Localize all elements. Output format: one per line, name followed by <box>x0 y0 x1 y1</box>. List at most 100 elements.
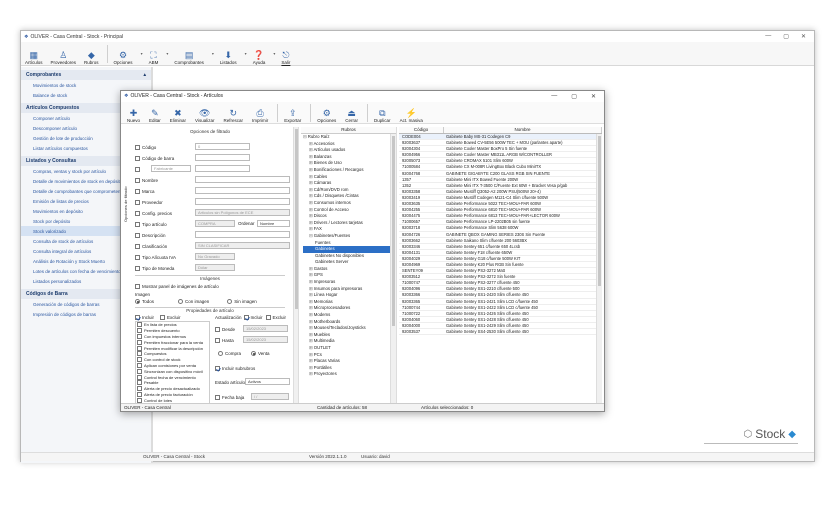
mostrar-panel-checkbox[interactable] <box>135 283 140 289</box>
tree-node[interactable]: ⊞ Consumos internos <box>303 200 396 207</box>
tree-node[interactable]: ⊞ Cables <box>303 174 396 181</box>
tree-node[interactable]: ⊞ Impresoras <box>303 279 396 286</box>
minimize-icon[interactable]: — <box>765 33 771 40</box>
act-masiva-button[interactable]: ⚡ Act. masiva <box>400 101 423 123</box>
prop-checkbox[interactable] <box>137 322 142 328</box>
tree-node[interactable]: ⊞ Muebles <box>303 332 396 339</box>
filter-checkbox[interactable] <box>135 199 140 205</box>
nombre-input[interactable] <box>195 176 290 183</box>
fecha-baja-date[interactable]: / / <box>251 393 289 400</box>
tree-node[interactable]: ⊞ Drivers / Lectores tarjetas <box>303 220 396 227</box>
col-codigo[interactable]: Código <box>399 127 444 133</box>
table-row[interactable]: 92003537 Gabinete Sentey SS4-2530 Slim c/… <box>399 329 602 336</box>
tree-node[interactable]: ⊞ Control de Acceso <box>303 207 396 214</box>
iva-select[interactable]: No Gravado <box>195 253 235 260</box>
fecha-baja-checkbox[interactable] <box>215 394 220 400</box>
tree-node[interactable]: ⊞ Proyectores <box>303 371 396 378</box>
filter-checkbox[interactable] <box>135 166 140 172</box>
tree-node[interactable]: ⊞ Cds / Disquetes /Cintas <box>303 193 396 200</box>
prop-checkbox[interactable] <box>137 351 142 357</box>
sidebar-item[interactable]: Movimientos de stock <box>21 80 151 90</box>
radio-venta[interactable] <box>251 350 257 356</box>
prop-checkbox[interactable] <box>137 362 142 368</box>
desde-date[interactable]: 15/02/2023 <box>243 325 288 332</box>
duplicar-button[interactable]: ⧉ Duplicar <box>374 101 391 123</box>
articulos-button[interactable]: ▦ Artículos <box>25 43 43 65</box>
filter-checkbox[interactable] <box>135 177 140 183</box>
codigo2-input[interactable] <box>195 165 250 172</box>
sidebar-section-header[interactable]: Comprobantes ▴ <box>21 70 151 80</box>
ordenar-select[interactable]: Nombre <box>257 220 290 227</box>
imprimir-button[interactable]: ⎙ Imprimir <box>252 101 268 123</box>
act-excluir-checkbox[interactable] <box>265 314 271 320</box>
visualizar-button[interactable]: 👁 Visualizar <box>195 101 214 123</box>
marca-input[interactable] <box>195 187 290 194</box>
cerrar-button[interactable]: ⏏ Cerrar <box>345 101 358 123</box>
tree-node[interactable]: Gabinetes Server <box>303 259 396 266</box>
scroll-thumb[interactable] <box>598 136 601 286</box>
opciones-button[interactable]: ⚙ Opciones <box>317 101 336 123</box>
tree-node[interactable]: ⊞ Bienes de Uso <box>303 160 396 167</box>
prop-checkbox[interactable] <box>137 380 142 386</box>
prop-checkbox[interactable] <box>137 339 142 345</box>
act-incluir-checkbox[interactable] <box>243 314 249 320</box>
filter-checkbox[interactable] <box>135 265 140 271</box>
tree-node[interactable]: ⊞ Artículos usados <box>303 147 396 154</box>
chevron-up-icon[interactable]: ▴ <box>143 72 146 78</box>
tipo-articulo-select[interactable]: COMPRA <box>195 220 235 227</box>
close-icon[interactable]: ✕ <box>591 93 596 100</box>
filter-vertical-tab[interactable]: Opciones de filtrado <box>123 129 131 279</box>
tree-node[interactable]: ⊞ Insumos para impresoras <box>303 286 396 293</box>
radio-todos[interactable]: Todos <box>135 298 154 304</box>
prop-row[interactable]: Permiten modificar la descripción <box>136 345 209 351</box>
maximize-icon[interactable]: ▢ <box>571 93 577 100</box>
maximize-icon[interactable]: ▢ <box>783 33 789 40</box>
codigo-barra-input[interactable] <box>195 154 250 161</box>
filter-checkbox[interactable] <box>135 221 140 227</box>
prop-checkbox[interactable] <box>137 368 142 374</box>
prop-checkbox[interactable] <box>137 333 142 339</box>
filter-checkbox[interactable] <box>135 232 140 238</box>
tree-node[interactable]: ⊞ FAX <box>303 226 396 233</box>
tree-node[interactable]: ⊞ Cámaras <box>303 180 396 187</box>
tree-node[interactable]: ⊞ GPS <box>303 272 396 279</box>
salir-button[interactable]: ⎋ Salir <box>281 43 290 65</box>
prop-row[interactable]: Alerta de precio desactualizado <box>136 386 209 392</box>
scroll-thumb[interactable] <box>295 129 298 309</box>
chevron-down-icon[interactable]: ▾ <box>245 51 247 56</box>
incluir-checkbox[interactable] <box>135 314 140 320</box>
hasta-checkbox[interactable] <box>215 337 220 343</box>
prop-checkbox[interactable] <box>137 345 142 351</box>
desde-checkbox[interactable] <box>215 326 220 332</box>
filter-checkbox[interactable] <box>135 254 140 260</box>
filter-checkbox[interactable] <box>135 155 140 161</box>
filter-checkbox[interactable] <box>135 144 140 150</box>
prop-row[interactable]: Permiten fraccionar para la venta <box>136 339 209 345</box>
filter-scrollbar[interactable] <box>293 127 298 405</box>
proveedor-input[interactable] <box>195 198 290 205</box>
tree-node[interactable]: ⊞ Cd/Rom/DVD rom <box>303 187 396 194</box>
codigo-mode-select[interactable]: Fabricante <box>151 165 191 172</box>
rubros-button[interactable]: ◆ Rubros <box>84 43 99 65</box>
grid-scrollbar[interactable] <box>596 134 602 405</box>
nuevo-button[interactable]: ✚ Nuevo <box>127 101 140 123</box>
hasta-date[interactable]: 15/02/2023 <box>243 336 288 343</box>
tree-node[interactable]: ⊞ Mouses/Teclados/Joysticks <box>303 325 396 332</box>
filter-checkbox[interactable] <box>135 210 140 216</box>
tree-node[interactable]: ⊞ Memorias <box>303 299 396 306</box>
filter-checkbox[interactable] <box>135 188 140 194</box>
proveedores-button[interactable]: ♙ Proveedores <box>51 43 77 65</box>
chevron-down-icon[interactable]: ▾ <box>141 51 143 56</box>
prop-checkbox[interactable] <box>137 391 142 397</box>
subrubros-checkbox[interactable] <box>215 365 220 371</box>
estado-select[interactable]: Activos <box>245 378 290 385</box>
radio-con-imagen[interactable]: Con imagen <box>178 298 209 304</box>
tree-node[interactable]: ⊟ Gabinetes/Fuentes <box>303 233 396 240</box>
tree-node[interactable]: ⊞ Gastos <box>303 266 396 273</box>
listados-button[interactable]: ⬇ Listados <box>220 43 237 65</box>
tree-node[interactable]: ⊞ Microprocesadores <box>303 305 396 312</box>
chevron-down-icon[interactable]: ▾ <box>166 51 168 56</box>
abm-button[interactable]: ⛶ ABM <box>149 43 159 65</box>
tree-node[interactable]: ⊟ Rubro Raíz <box>303 134 396 141</box>
scroll-thumb[interactable] <box>392 136 395 326</box>
